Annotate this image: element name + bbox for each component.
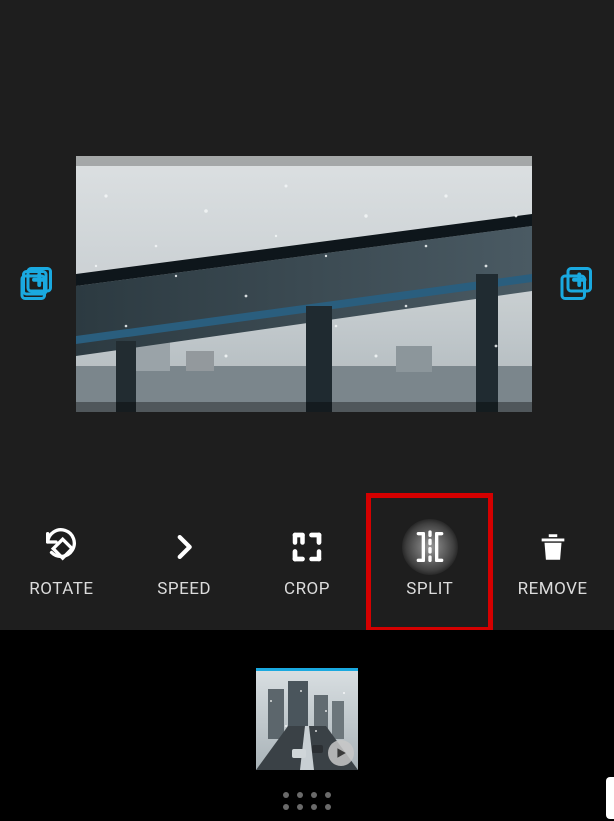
speed-button[interactable]: SPEED (123, 495, 246, 630)
preview-area (0, 10, 614, 490)
crop-label: CROP (284, 579, 330, 599)
crop-button[interactable]: CROP (246, 495, 369, 630)
split-label: SPLIT (406, 579, 453, 599)
remove-label: REMOVE (518, 579, 588, 599)
drag-handle-icon[interactable] (283, 792, 331, 810)
trash-icon (536, 530, 570, 564)
clip-thumbnail[interactable] (256, 668, 358, 770)
clip-play-badge (328, 740, 354, 766)
play-icon (335, 747, 347, 759)
video-editor-screen: ROTATE SPEED (0, 0, 614, 821)
crop-icon (289, 529, 325, 565)
add-to-queue-icon (19, 267, 55, 303)
remove-button[interactable]: REMOVE (491, 495, 614, 630)
edit-toolbar: ROTATE SPEED (0, 495, 614, 630)
add-clip-before-button[interactable] (18, 266, 56, 304)
rotate-button[interactable]: ROTATE (0, 495, 123, 630)
timeline-strip (0, 630, 614, 821)
rotate-icon (41, 527, 81, 567)
add-clip-after-button[interactable] (558, 266, 596, 304)
speed-label: SPEED (157, 579, 211, 599)
chevron-right-icon (167, 530, 201, 564)
rotate-label: ROTATE (29, 579, 93, 599)
preview-frame[interactable] (76, 156, 532, 412)
split-button[interactable]: SPLIT (368, 495, 491, 630)
side-panel-handle[interactable] (606, 777, 614, 819)
add-to-queue-icon (559, 267, 595, 303)
preview-still-image (76, 156, 532, 412)
split-icon (410, 527, 450, 567)
